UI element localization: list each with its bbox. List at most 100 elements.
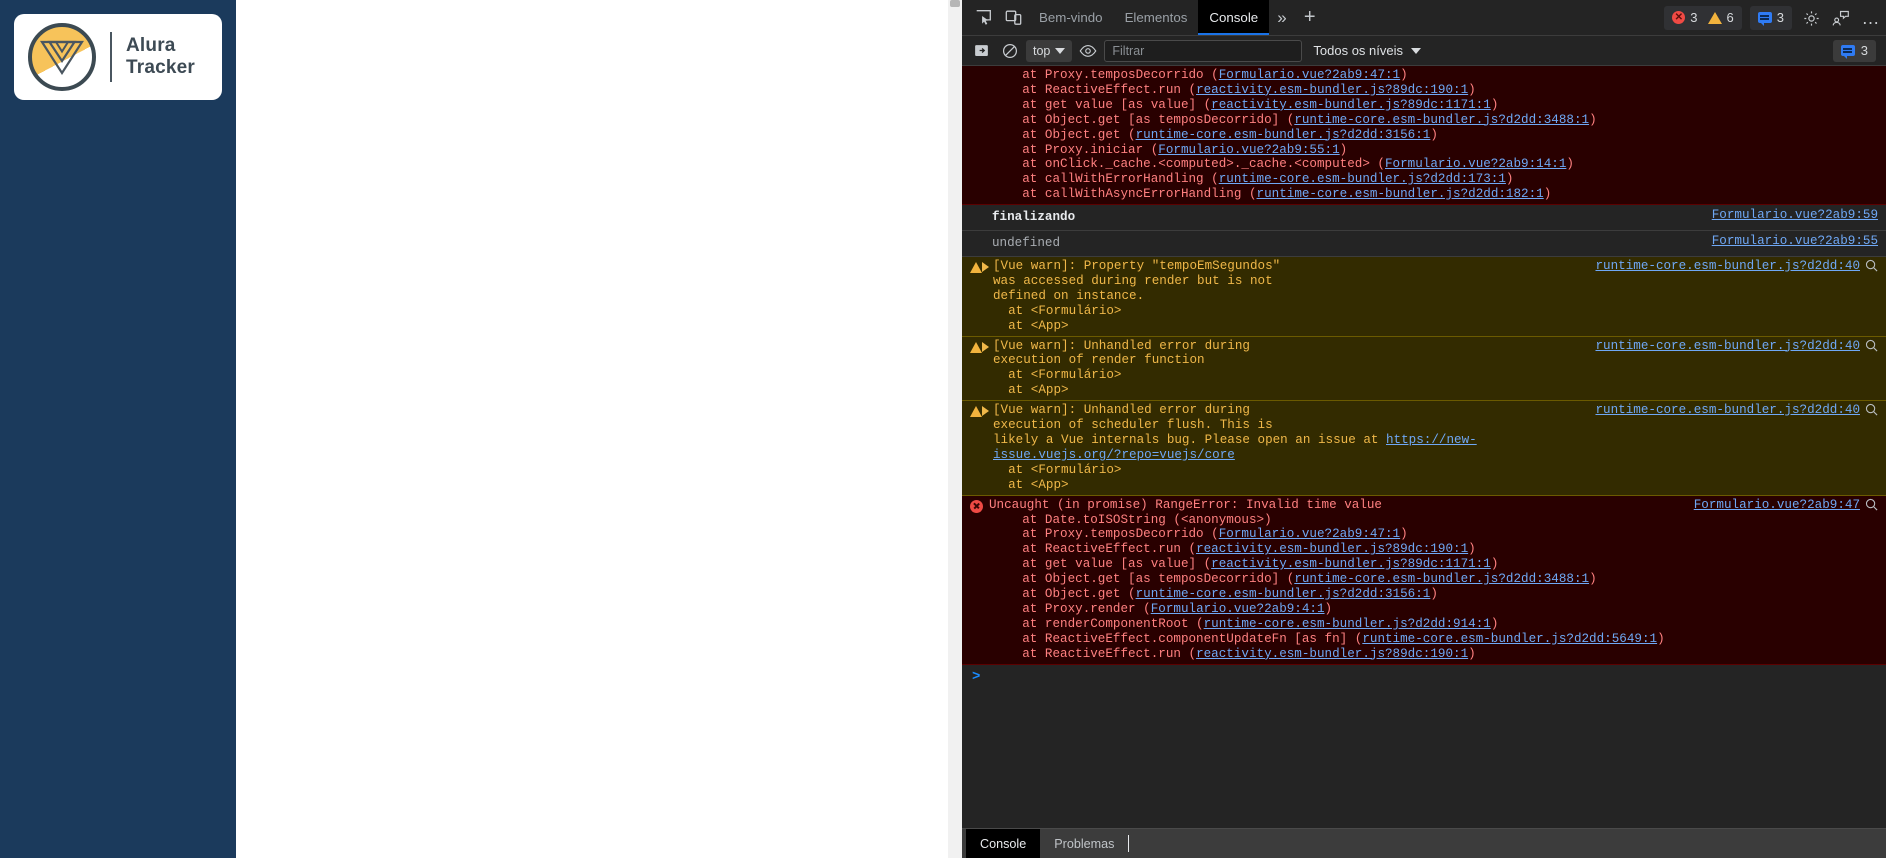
source-link[interactable]: reactivity.esm-bundler.js?89dc:190:1 xyxy=(1196,83,1468,97)
logo-divider xyxy=(110,32,112,82)
source-link[interactable]: runtime-core.esm-bundler.js?d2dd:40 xyxy=(1581,339,1860,354)
source-link[interactable]: Formulario.vue?2ab9:47:1 xyxy=(1219,527,1400,541)
source-link[interactable]: Formulario.vue?2ab9:55 xyxy=(1712,234,1878,249)
feedback-icon[interactable] xyxy=(1826,0,1856,36)
source-link[interactable]: reactivity.esm-bundler.js?89dc:1171:1 xyxy=(1211,557,1491,571)
clear-console-icon[interactable] xyxy=(997,39,1023,63)
expand-arrow-icon[interactable] xyxy=(982,341,989,352)
source-link[interactable]: Formulario.vue?2ab9:55:1 xyxy=(1158,143,1339,157)
console-message-list[interactable]: at Proxy.temposDecorrido (Formulario.vue… xyxy=(962,66,1886,828)
issue-counters[interactable]: ✕ 3 6 xyxy=(1664,5,1742,30)
drawer-tab-console-label: Console xyxy=(980,836,1027,851)
vue-logo-icon xyxy=(28,23,96,91)
more-options-icon[interactable]: … xyxy=(1856,0,1886,36)
message-count: 3 xyxy=(1776,10,1784,25)
console-sidebar-icon[interactable] xyxy=(968,39,994,63)
console-entry-warning[interactable]: [Vue warn]: Unhandled error during execut… xyxy=(962,401,1886,496)
devtools-drawer-tabstrip: Console Problemas xyxy=(962,828,1886,858)
tab-elementos-label: Elementos xyxy=(1124,10,1188,25)
error-counter[interactable]: ✕ 3 xyxy=(1672,10,1698,25)
tab-console-label: Console xyxy=(1209,10,1259,25)
error-icon xyxy=(970,499,983,513)
application-viewport: Alura Tracker xyxy=(0,0,948,858)
error-icon: ✕ xyxy=(1672,11,1686,24)
source-link[interactable]: runtime-core.esm-bundler.js?d2dd:173:1 xyxy=(1219,172,1506,186)
source-link[interactable]: runtime-core.esm-bundler.js?d2dd:3488:1 xyxy=(1294,113,1589,127)
page-scrollbar-thumb[interactable] xyxy=(950,0,960,7)
device-toolbar-icon[interactable] xyxy=(998,0,1028,35)
chevron-down-icon xyxy=(1055,47,1066,54)
app-sidebar: Alura Tracker xyxy=(0,0,236,858)
tab-elementos[interactable]: Elementos xyxy=(1114,0,1199,35)
app-content-area xyxy=(236,0,948,858)
log-level-select[interactable]: Todos os níveis xyxy=(1305,40,1429,62)
prompt-caret-icon: > xyxy=(972,668,981,685)
warning-icon xyxy=(1707,11,1722,24)
source-link[interactable]: Formulario.vue?2ab9:47:1 xyxy=(1219,68,1400,82)
source-link[interactable]: Formulario.vue?2ab9:59 xyxy=(1712,208,1878,223)
source-link[interactable]: runtime-core.esm-bundler.js?d2dd:5649:1 xyxy=(1362,632,1657,646)
source-link[interactable]: runtime-core.esm-bundler.js?d2dd:3488:1 xyxy=(1294,572,1589,586)
error-stack: at Date.toISOString (<anonymous>) at Pro… xyxy=(1022,512,1665,661)
warning-icon xyxy=(970,406,982,418)
source-link[interactable]: reactivity.esm-bundler.js?89dc:1171:1 xyxy=(1211,98,1491,112)
more-tabs-icon[interactable]: » xyxy=(1269,0,1294,35)
console-entry-undefined[interactable]: undefined Formulario.vue?2ab9:55 xyxy=(962,231,1886,257)
brand-title: Alura Tracker xyxy=(126,35,195,80)
console-entry-warning[interactable]: [Vue warn]: Unhandled error during execut… xyxy=(962,336,1886,402)
warning-message: [Vue warn]: Unhandled error during execut… xyxy=(993,338,1250,398)
search-icon[interactable] xyxy=(1860,259,1878,272)
devtools-panel: Bem-vindo Elementos Console » + ✕ 3 6 3 … xyxy=(948,0,1886,858)
inspect-element-icon[interactable] xyxy=(968,0,998,35)
source-link[interactable]: runtime-core.esm-bundler.js?d2dd:3156:1 xyxy=(1136,587,1431,601)
console-entry-log[interactable]: finalizando Formulario.vue?2ab9:59 xyxy=(962,205,1886,232)
console-entry-error[interactable]: Uncaught (in promise) RangeError: Invali… xyxy=(962,495,1886,665)
drawer-tab-console[interactable]: Console xyxy=(966,829,1041,858)
source-link[interactable]: runtime-core.esm-bundler.js?d2dd:182:1 xyxy=(1257,187,1544,201)
brand-line-2: Tracker xyxy=(126,57,196,78)
source-link[interactable]: reactivity.esm-bundler.js?89dc:190:1 xyxy=(1196,542,1468,556)
warning-message: [Vue warn]: Unhandled error during execut… xyxy=(993,403,1477,492)
tab-console[interactable]: Console xyxy=(1198,0,1270,35)
warning-counter[interactable]: 6 xyxy=(1707,10,1734,25)
stack-line: at Proxy.temposDecorrido (Formulario.vue… xyxy=(992,68,1597,202)
filter-message-count[interactable]: 3 xyxy=(1832,39,1876,62)
source-link[interactable]: runtime-core.esm-bundler.js?d2dd:40 xyxy=(1581,403,1860,418)
console-entry-warning[interactable]: [Vue warn]: Property "tempoEmSegundos" wa… xyxy=(962,256,1886,337)
console-entry-error-stack[interactable]: at Proxy.temposDecorrido (Formulario.vue… xyxy=(962,66,1886,206)
error-count: 3 xyxy=(1690,10,1698,25)
execution-context-value: top xyxy=(1033,43,1051,58)
devtools-tabstrip: Bem-vindo Elementos Console » + ✕ 3 6 3 … xyxy=(962,0,1886,36)
chevron-down-icon xyxy=(1411,47,1421,54)
search-icon[interactable] xyxy=(1860,339,1878,352)
log-level-value: Todos os níveis xyxy=(1313,43,1403,58)
source-link[interactable]: runtime-core.esm-bundler.js?d2dd:40 xyxy=(1581,259,1860,274)
source-link[interactable]: runtime-core.esm-bundler.js?d2dd:914:1 xyxy=(1204,617,1491,631)
search-icon[interactable] xyxy=(1860,498,1878,511)
console-filter-input[interactable] xyxy=(1104,39,1303,62)
source-link[interactable]: runtime-core.esm-bundler.js?d2dd:3156:1 xyxy=(1136,128,1431,142)
source-link[interactable]: Formulario.vue?2ab9:14:1 xyxy=(1385,157,1566,171)
tab-bem-vindo[interactable]: Bem-vindo xyxy=(1028,0,1114,35)
add-tab-icon[interactable]: + xyxy=(1295,0,1325,35)
brand-logo-card[interactable]: Alura Tracker xyxy=(14,14,222,100)
source-link[interactable]: Formulario.vue?2ab9:4:1 xyxy=(1151,602,1325,616)
message-bubble-icon xyxy=(1840,45,1855,59)
live-expression-icon[interactable] xyxy=(1075,39,1101,63)
gear-icon[interactable] xyxy=(1796,0,1826,36)
execution-context-select[interactable]: top xyxy=(1026,39,1073,62)
source-link[interactable]: reactivity.esm-bundler.js?89dc:190:1 xyxy=(1196,647,1468,661)
console-filter-bar: top Todos os níveis 3 xyxy=(962,36,1886,66)
filter-message-count-value: 3 xyxy=(1860,43,1868,58)
message-bubble-icon xyxy=(1757,12,1772,26)
warning-icon xyxy=(970,341,982,353)
expand-arrow-icon[interactable] xyxy=(982,406,989,417)
page-scrollbar[interactable] xyxy=(948,0,962,858)
expand-arrow-icon[interactable] xyxy=(982,261,989,272)
message-counter[interactable]: 3 xyxy=(1749,5,1792,30)
console-prompt[interactable]: > xyxy=(962,664,1886,685)
search-icon[interactable] xyxy=(1860,403,1878,416)
tab-bem-vindo-label: Bem-vindo xyxy=(1039,10,1103,25)
source-link[interactable]: Formulario.vue?2ab9:47 xyxy=(1680,498,1860,513)
drawer-tab-problemas[interactable]: Problemas xyxy=(1040,829,1128,858)
